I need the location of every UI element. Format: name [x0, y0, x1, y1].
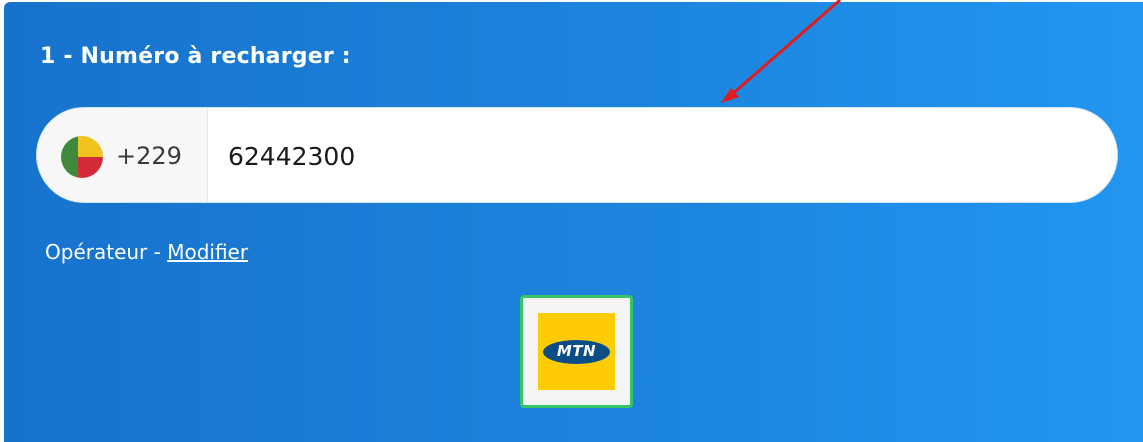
- phone-number-field[interactable]: +229: [36, 107, 1118, 203]
- operator-card-mtn[interactable]: MTN: [520, 295, 633, 408]
- operator-label: Opérateur -: [45, 240, 168, 264]
- phone-number-input[interactable]: [228, 140, 1088, 172]
- operator-line: Opérateur - Modifier: [45, 240, 248, 264]
- recharge-panel: 1 - Numéro à recharger : +229 Opérateur …: [4, 2, 1143, 442]
- country-selector[interactable]: +229: [37, 108, 208, 202]
- mtn-logo-icon: MTN: [538, 313, 615, 390]
- section-title: 1 - Numéro à recharger :: [40, 44, 351, 69]
- modify-operator-link[interactable]: Modifier: [167, 240, 248, 264]
- mtn-logo-text: MTN: [556, 342, 597, 360]
- benin-flag-icon: [61, 136, 103, 178]
- dial-code: +229: [116, 142, 182, 170]
